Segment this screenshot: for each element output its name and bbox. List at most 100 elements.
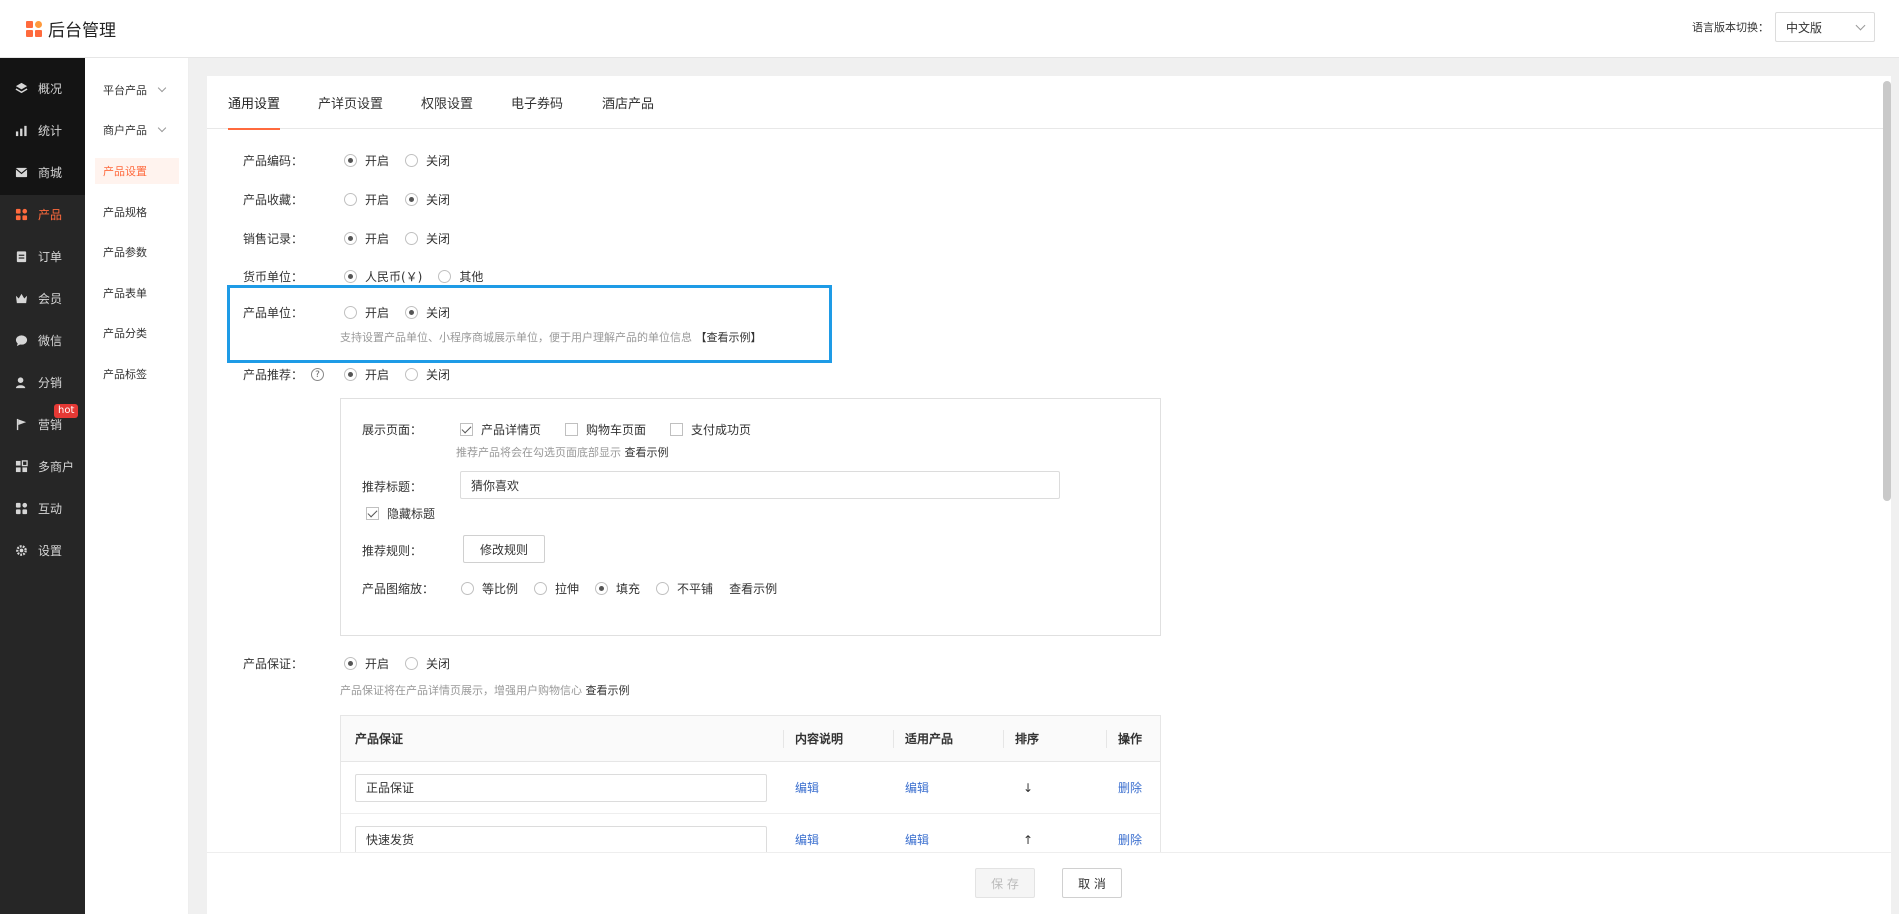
primary-sidebar: 概况 统计 商城 产品 订单 会员 微信 分销 hot 营销 多商户 互动 设置: [0, 58, 85, 914]
code-on-radio[interactable]: 开启: [344, 152, 389, 169]
subnav-product-specs[interactable]: 产品规格: [95, 199, 179, 225]
sidebar-item-overview[interactable]: 概况: [0, 68, 85, 108]
interact-icon: [14, 501, 28, 515]
col-header-content: 内容说明: [783, 716, 893, 761]
pages-example-link[interactable]: 查看示例: [625, 446, 669, 459]
sidebar-item-mall[interactable]: 商城: [0, 152, 85, 192]
delete-link[interactable]: 删除: [1118, 831, 1142, 848]
save-button[interactable]: 保 存: [975, 868, 1035, 898]
sidebar-item-settings[interactable]: 设置: [0, 530, 85, 570]
tab-detail-page[interactable]: 产详页设置: [318, 76, 383, 129]
subnav-product-settings[interactable]: 产品设置: [95, 158, 179, 184]
guarantee-off-radio[interactable]: 关闭: [405, 655, 450, 672]
guarantee-name-input[interactable]: 正品保证: [355, 773, 767, 802]
unit-radio-group: 开启 关闭: [344, 304, 466, 321]
page-paid-checkbox[interactable]: 支付成功页: [670, 421, 751, 438]
scrollbar[interactable]: [1883, 81, 1891, 501]
sales-label: 销售记录：: [243, 232, 304, 246]
delete-link[interactable]: 删除: [1118, 779, 1142, 796]
subnav-platform-products[interactable]: 平台产品: [95, 77, 179, 103]
tab-permissions[interactable]: 权限设置: [421, 76, 473, 129]
tab-e-coupon[interactable]: 电子券码: [511, 76, 563, 129]
scale-proportional-radio[interactable]: 等比例: [461, 580, 518, 597]
sidebar-item-orders[interactable]: 订单: [0, 236, 85, 276]
subnav-product-forms[interactable]: 产品表单: [95, 280, 179, 306]
subnav-product-categories[interactable]: 产品分类: [95, 320, 179, 346]
chevron-down-icon: [1855, 20, 1866, 30]
hide-title-row: 隐藏标题: [366, 505, 459, 522]
sidebar-item-interaction[interactable]: 互动: [0, 488, 85, 528]
modify-rule-button[interactable]: 修改规则: [463, 535, 545, 563]
edit-apply-link[interactable]: 编辑: [905, 779, 929, 796]
clipboard-icon: [14, 249, 28, 263]
col-header-apply: 适用产品: [893, 716, 1003, 761]
sidebar-item-stats[interactable]: 统计: [0, 110, 85, 150]
sidebar-item-multi-merchant[interactable]: 多商户: [0, 446, 85, 486]
unit-label: 产品单位：: [243, 306, 304, 320]
language-switcher: 语言版本切换： 中文版: [1692, 12, 1875, 42]
edit-content-link[interactable]: 编辑: [795, 831, 819, 848]
sales-off-radio[interactable]: 关闭: [405, 230, 450, 247]
currency-radio-group: 人民币(￥) 其他: [344, 268, 499, 285]
sidebar-item-members[interactable]: 会员: [0, 278, 85, 318]
tab-hotel-products[interactable]: 酒店产品: [602, 76, 654, 129]
col-header-guarantee: 产品保证: [355, 732, 404, 746]
recommend-panel: 展示页面： 产品详情页 购物车页面 支付成功页 推荐产品将会在勾选页面底部显示 …: [340, 398, 1161, 636]
page-cart-checkbox[interactable]: 购物车页面: [565, 421, 646, 438]
recommend-title-input[interactable]: 猜你喜欢: [460, 471, 1060, 499]
scale-example-link[interactable]: 查看示例: [729, 580, 777, 597]
col-header-action: 操作: [1106, 716, 1160, 761]
scale-no-tile-radio[interactable]: 不平铺: [656, 580, 713, 597]
subnav-merchant-products[interactable]: 商户产品: [95, 117, 179, 143]
guarantee-example-link[interactable]: 查看示例: [586, 684, 630, 697]
sales-on-radio[interactable]: 开启: [344, 230, 389, 247]
store-icon: [14, 459, 28, 473]
chart-icon: [14, 123, 28, 137]
tab-bar: 通用设置 产详页设置 权限设置 电子券码 酒店产品: [207, 76, 1891, 130]
favorite-radio-group: 开启 关闭: [344, 191, 466, 208]
user-icon: [14, 375, 28, 389]
scale-fill-radio[interactable]: 填充: [595, 580, 640, 597]
recommend-on-radio[interactable]: 开启: [344, 366, 389, 383]
guarantee-radio-group: 开启 关闭: [344, 655, 466, 672]
subnav-product-params[interactable]: 产品参数: [95, 239, 179, 265]
unit-on-radio[interactable]: 开启: [344, 304, 389, 321]
sidebar-item-distribution[interactable]: 分销: [0, 362, 85, 402]
guarantee-name-input[interactable]: 快速发货: [355, 825, 767, 854]
guarantee-on-radio[interactable]: 开启: [344, 655, 389, 672]
favorite-on-radio[interactable]: 开启: [344, 191, 389, 208]
logo-icon: [26, 20, 42, 37]
sidebar-item-marketing[interactable]: hot 营销: [0, 404, 85, 444]
sort-down-icon[interactable]: ↓: [1023, 781, 1033, 795]
unit-off-radio[interactable]: 关闭: [405, 304, 450, 321]
title-label: 推荐标题：: [362, 480, 423, 494]
language-select[interactable]: 中文版: [1775, 12, 1875, 42]
sales-radio-group: 开启 关闭: [344, 230, 466, 247]
favorite-off-radio[interactable]: 关闭: [405, 191, 450, 208]
pages-hint: 推荐产品将会在勾选页面底部显示 查看示例: [456, 446, 669, 459]
pages-checkbox-group: 产品详情页 购物车页面 支付成功页: [460, 421, 775, 438]
guarantee-hint: 产品保证将在产品详情页展示，增强用户购物信心 查看示例: [340, 684, 630, 697]
recommend-off-radio[interactable]: 关闭: [405, 366, 450, 383]
cancel-button[interactable]: 取 消: [1062, 868, 1122, 898]
sidebar-item-products[interactable]: 产品: [0, 194, 85, 234]
currency-rmb-radio[interactable]: 人民币(￥): [344, 268, 422, 285]
subnav-product-tags[interactable]: 产品标签: [95, 361, 179, 387]
page-detail-checkbox[interactable]: 产品详情页: [460, 421, 541, 438]
hide-title-checkbox[interactable]: 隐藏标题: [366, 505, 435, 522]
scale-label: 产品图缩放：: [362, 582, 435, 596]
guarantee-table: 产品保证 内容说明 适用产品 排序 操作 正品保证 编辑 编辑 ↓ 删除 快速发…: [340, 715, 1161, 867]
edit-apply-link[interactable]: 编辑: [905, 831, 929, 848]
sidebar-item-wechat[interactable]: 微信: [0, 320, 85, 360]
code-off-radio[interactable]: 关闭: [405, 152, 450, 169]
sort-up-icon[interactable]: ↑: [1023, 833, 1033, 847]
tab-general[interactable]: 通用设置: [228, 76, 281, 130]
edit-content-link[interactable]: 编辑: [795, 779, 819, 796]
help-icon[interactable]: ?: [311, 368, 325, 381]
app-title: 后台管理: [48, 21, 116, 41]
currency-other-radio[interactable]: 其他: [438, 268, 483, 285]
unit-example-link[interactable]: 【查看示例】: [696, 331, 762, 344]
top-bar: 后台管理 语言版本切换： 中文版: [0, 0, 1899, 58]
scale-stretch-radio[interactable]: 拉伸: [534, 580, 579, 597]
layers-icon: [14, 81, 28, 95]
